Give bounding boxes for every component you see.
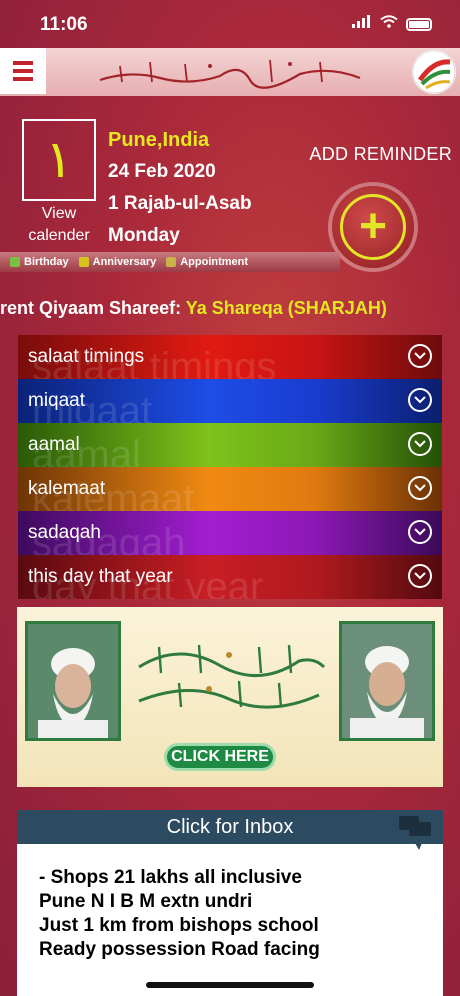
- row-label: sadaqah: [28, 522, 101, 543]
- menu-icon-bar: [13, 69, 33, 73]
- menu-list: salaat timings salaat timings miqaat miqaa…: [18, 335, 442, 599]
- top-bar: [0, 48, 460, 96]
- legend-label: Appointment: [180, 256, 249, 268]
- inbox-header[interactable]: Click for Inbox: [17, 810, 443, 850]
- menu-row-sadaqah[interactable]: sadaqah sadaqah: [18, 511, 442, 555]
- plus-icon: +: [340, 194, 406, 260]
- chevron-down-icon[interactable]: [408, 432, 432, 456]
- legend-birthday: Birthday: [10, 256, 69, 268]
- chevron-down-icon[interactable]: [408, 564, 432, 588]
- chat-bubble-icon: [399, 816, 431, 850]
- add-reminder-button[interactable]: +: [332, 186, 414, 268]
- portrait-right: [339, 621, 435, 741]
- date-info: Pune,India 24 Feb 2020 1 Rajab-ul-Asab M…: [108, 124, 252, 252]
- menu-icon: [13, 61, 33, 65]
- view-calendar-link[interactable]: View calender: [18, 203, 100, 247]
- reminder-legend: Birthday Anniversary Appointment: [0, 252, 340, 272]
- menu-icon-bar: [13, 77, 33, 81]
- qiyaam-place: Ya Shareqa (SHARJAH): [185, 298, 387, 318]
- row-label: kalemaat: [28, 478, 106, 499]
- pencil-icon: [166, 257, 177, 267]
- message-line: - Shops 21 lakhs all inclusive: [39, 867, 302, 888]
- city-label: Pune,India: [108, 129, 210, 151]
- salawat-calligraphy: [138, 644, 326, 709]
- status-icons: [352, 15, 432, 33]
- add-reminder-label[interactable]: ADD REMINDER: [309, 144, 452, 165]
- portrait-left: [25, 621, 121, 741]
- menu-row-kalemaat[interactable]: kalemaat kalemaat: [18, 467, 442, 511]
- home-indicator[interactable]: [146, 982, 314, 988]
- row-label: miqaat: [28, 390, 86, 411]
- menu-button[interactable]: [0, 48, 46, 94]
- promo-banner[interactable]: CLICK HERE: [17, 607, 443, 787]
- bismillah-calligraphy: [99, 59, 361, 89]
- chevron-down-icon[interactable]: [408, 388, 432, 412]
- qiyaam-prefix: rent Qiyaam Shareef:: [0, 298, 186, 318]
- message-line: Ready possession Road facing: [39, 939, 320, 960]
- click-here-button[interactable]: CLICK HERE: [164, 743, 276, 771]
- legend-label: Anniversary: [92, 256, 157, 268]
- menu-row-miqaat[interactable]: miqaat miqaat: [18, 379, 442, 423]
- inbox-card[interactable]: Click for Inbox - Shops 21 lakhs all inc…: [17, 810, 443, 996]
- weekday: Monday: [108, 225, 180, 246]
- menu-row-aamal[interactable]: aamal aamal: [18, 423, 442, 467]
- qiyaam-ticker: rent Qiyaam Shareef: Ya Shareqa (SHARJAH…: [0, 298, 460, 319]
- menu-row-this-day-that-year[interactable]: day that year this day that year: [18, 555, 442, 599]
- message-line: Pune N I B M extn undri: [39, 891, 253, 912]
- message-line: Just 1 km from bishops school: [39, 915, 319, 936]
- arabic-day-box[interactable]: ١: [22, 119, 96, 201]
- app-logo: [412, 50, 456, 94]
- inbox-message: - Shops 21 lakhs all inclusive Pune N I …: [17, 844, 443, 962]
- row-label: salaat timings: [28, 346, 145, 367]
- status-time: 11:06: [40, 14, 88, 35]
- legend-label: Birthday: [24, 256, 69, 268]
- status-bar: 11:06: [0, 0, 460, 48]
- menu-row-salaat-timings[interactable]: salaat timings salaat timings: [18, 335, 442, 379]
- battery-icon: [406, 17, 432, 31]
- inbox-title: Click for Inbox: [166, 815, 294, 838]
- wifi-icon: [380, 15, 398, 33]
- gregorian-date: 24 Feb 2020: [108, 161, 216, 182]
- hijri-date: 1 Rajab-ul-Asab: [108, 193, 252, 214]
- cube-icon: [10, 257, 20, 267]
- chevron-down-icon[interactable]: [408, 344, 432, 368]
- chevron-down-icon[interactable]: [408, 520, 432, 544]
- row-label: this day that year: [28, 566, 173, 587]
- diamond-icon: [78, 257, 89, 267]
- chevron-down-icon[interactable]: [408, 476, 432, 500]
- row-label: aamal: [28, 434, 80, 455]
- legend-anniversary: Anniversary: [78, 256, 157, 268]
- signal-icon: [352, 15, 372, 33]
- legend-appointment: Appointment: [166, 256, 248, 268]
